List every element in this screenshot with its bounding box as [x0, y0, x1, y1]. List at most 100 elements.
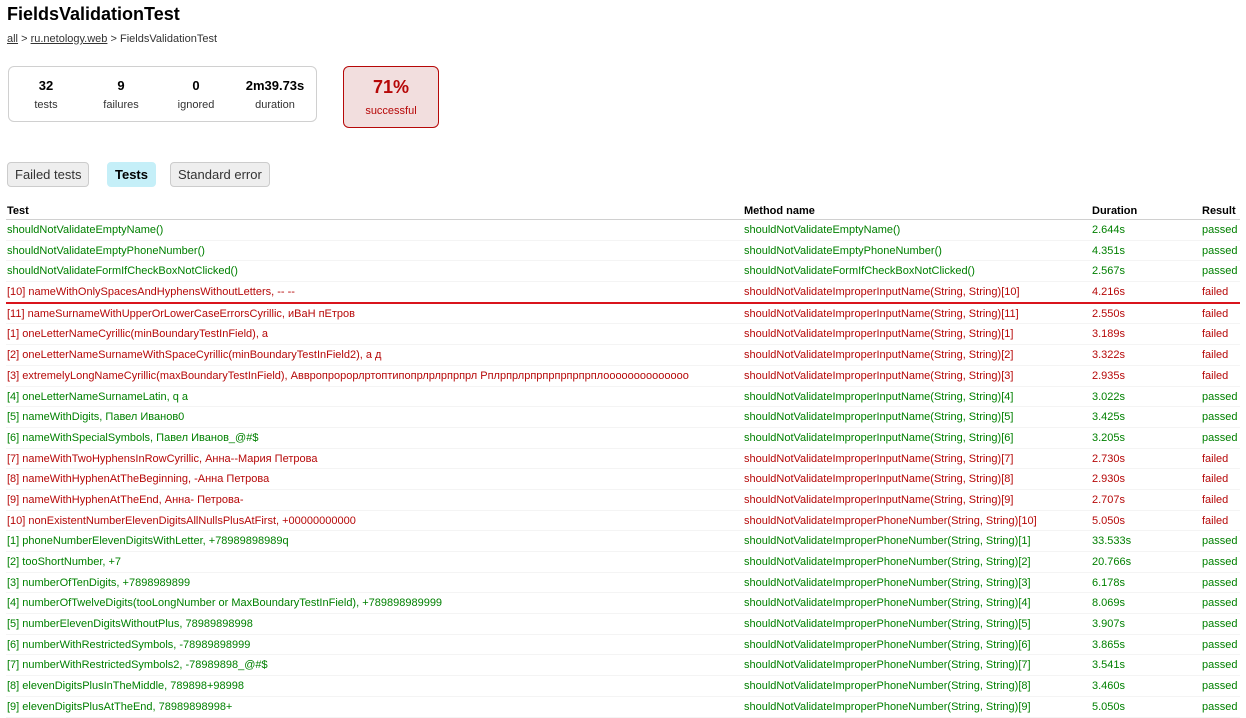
- method-name-cell: shouldNotValidateEmptyPhoneNumber(): [744, 244, 942, 257]
- duration-cell: 8.069s: [1092, 597, 1126, 610]
- result-cell: failed: [1202, 328, 1229, 341]
- breadcrumb-all-link[interactable]: all: [7, 33, 18, 45]
- test-name-cell: [3] numberOfTenDigits, +7898989899: [7, 576, 191, 589]
- table-row: shouldNotValidateFormIfCheckBoxNotClicke…: [6, 261, 1240, 283]
- test-name-cell: [5] nameWithDigits, Павел Иванов0: [7, 411, 185, 424]
- result-cell: passed: [1202, 659, 1238, 672]
- ignored-label: ignored: [177, 99, 215, 111]
- success-rate-box: 71% successful: [343, 66, 439, 128]
- table-header: Test Method name Duration Result: [6, 202, 1240, 220]
- breadcrumb-separator: >: [21, 33, 28, 45]
- method-name-cell: shouldNotValidateImproperPhoneNumber(Str…: [744, 680, 1031, 693]
- result-cell: passed: [1202, 597, 1238, 610]
- test-name-cell: shouldNotValidateFormIfCheckBoxNotClicke…: [7, 265, 238, 278]
- table-row: [5] numberElevenDigitsWithoutPlus, 78989…: [6, 614, 1240, 635]
- header-test: Test: [7, 205, 29, 217]
- duration-cell: 20.766s: [1092, 556, 1132, 568]
- duration-cell: 3.865s: [1092, 638, 1126, 651]
- result-cell: passed: [1202, 390, 1238, 403]
- result-cell: failed: [1202, 452, 1229, 465]
- table-row: [3] numberOfTenDigits, +7898989899 should…: [6, 573, 1240, 594]
- duration-cell: 2.707s: [1092, 493, 1126, 506]
- method-name-cell: shouldNotValidateImproperInputName(Strin…: [744, 473, 1014, 486]
- result-cell: failed: [1202, 514, 1229, 527]
- duration-cell: 3.541s: [1092, 659, 1126, 672]
- breadcrumb: all > ru.netology.web > FieldsValidation…: [7, 33, 217, 45]
- result-cell: failed: [1202, 307, 1229, 320]
- method-name-cell: shouldNotValidateEmptyName(): [744, 224, 901, 236]
- duration-label: duration: [255, 99, 295, 111]
- tests-count: 32: [38, 78, 54, 93]
- tests-label: tests: [34, 99, 58, 111]
- result-cell: passed: [1202, 265, 1238, 278]
- table-row: [1] oneLetterNameCyrillic(minBoundaryTes…: [6, 324, 1240, 346]
- test-name-cell: [10] nonExistentNumberElevenDigitsAllNul…: [7, 514, 356, 527]
- method-name-cell: shouldNotValidateImproperInputName(Strin…: [744, 328, 1014, 341]
- method-name-cell: shouldNotValidateImproperInputName(Strin…: [744, 286, 1020, 299]
- table-row: [9] nameWithHyphenAtTheEnd, Анна- Петров…: [6, 490, 1240, 511]
- method-name-cell: shouldNotValidateImproperInputName(Strin…: [744, 493, 1014, 506]
- table-row: [6] numberWithRestrictedSymbols, -789898…: [6, 635, 1240, 656]
- result-cell: passed: [1202, 700, 1238, 713]
- result-cell: passed: [1202, 618, 1238, 631]
- summary-box: 32 tests 9 failures 0 ignored 2m39.73s d…: [8, 66, 317, 122]
- table-row: [1] phoneNumberElevenDigitsWithLetter, +…: [6, 531, 1240, 552]
- table-row: [8] nameWithHyphenAtTheBeginning, -Анна …: [6, 469, 1240, 490]
- method-name-cell: shouldNotValidateImproperInputName(Strin…: [744, 369, 1014, 382]
- method-name-cell: shouldNotValidateImproperPhoneNumber(Str…: [744, 618, 1031, 631]
- duration-cell: 6.178s: [1092, 576, 1126, 589]
- duration-cell: 5.050s: [1092, 514, 1126, 527]
- result-cell: failed: [1202, 493, 1229, 506]
- result-cell: failed: [1202, 349, 1229, 362]
- test-name-cell: [6] nameWithSpecialSymbols, Павел Иванов…: [7, 431, 259, 444]
- table-row: [3] extremelyLongNameCyrillic(maxBoundar…: [6, 366, 1240, 387]
- method-name-cell: shouldNotValidateFormIfCheckBoxNotClicke…: [744, 265, 975, 278]
- method-name-cell: shouldNotValidateImproperPhoneNumber(Str…: [744, 659, 1031, 672]
- test-name-cell: [9] nameWithHyphenAtTheEnd, Анна- Петров…: [7, 493, 244, 506]
- tab-tests[interactable]: Tests: [107, 162, 156, 187]
- duration-cell: 3.425s: [1092, 411, 1126, 424]
- method-name-cell: shouldNotValidateImproperPhoneNumber(Str…: [744, 700, 1031, 713]
- table-row: [10] nonExistentNumberElevenDigitsAllNul…: [6, 511, 1240, 532]
- table-body: shouldNotValidateEmptyName() shouldNotVal…: [6, 220, 1240, 718]
- success-percent: 71%: [372, 77, 410, 97]
- tab-failed-tests[interactable]: Failed tests: [7, 162, 90, 187]
- result-cell: failed: [1202, 369, 1229, 382]
- header-method-name: Method name: [744, 205, 815, 217]
- table-row: [11] nameSurnameWithUpperOrLowerCaseErro…: [6, 304, 1240, 325]
- result-cell: passed: [1202, 638, 1238, 651]
- method-name-cell: shouldNotValidateImproperInputName(Strin…: [744, 411, 1014, 424]
- results-table: Test Method name Duration Result shouldN…: [6, 202, 1240, 718]
- duration-cell: 4.351s: [1092, 244, 1126, 257]
- test-name-cell: shouldNotValidateEmptyName(): [7, 224, 164, 236]
- result-cell: passed: [1202, 576, 1238, 589]
- test-name-cell: [3] extremelyLongNameCyrillic(maxBoundar…: [7, 369, 689, 382]
- test-name-cell: shouldNotValidateEmptyPhoneNumber(): [7, 244, 205, 257]
- test-name-cell: [7] numberWithRestrictedSymbols2, -78989…: [7, 659, 268, 672]
- test-name-cell: [11] nameSurnameWithUpperOrLowerCaseErro…: [7, 307, 356, 320]
- breadcrumb-separator: >: [110, 33, 117, 45]
- result-cell: passed: [1202, 680, 1238, 693]
- method-name-cell: shouldNotValidateImproperPhoneNumber(Str…: [744, 514, 1037, 527]
- duration-cell: 2.930s: [1092, 473, 1126, 486]
- method-name-cell: shouldNotValidateImproperInputName(Strin…: [744, 390, 1014, 403]
- method-name-cell: shouldNotValidateImproperPhoneNumber(Str…: [744, 597, 1031, 610]
- breadcrumb-package-link[interactable]: ru.netology.web: [31, 33, 108, 45]
- test-name-cell: [8] nameWithHyphenAtTheBeginning, -Анна …: [7, 473, 270, 486]
- test-name-cell: [8] elevenDigitsPlusInTheMiddle, 789898+…: [7, 680, 244, 693]
- method-name-cell: shouldNotValidateImproperInputName(Strin…: [744, 452, 1014, 465]
- result-cell: passed: [1202, 535, 1238, 548]
- breadcrumb-current: FieldsValidationTest: [120, 33, 218, 45]
- header-result: Result: [1202, 205, 1236, 217]
- test-name-cell: [4] numberOfTwelveDigits(tooLongNumber o…: [7, 597, 443, 610]
- tab-standard-error[interactable]: Standard error: [170, 162, 270, 187]
- duration-cell: 33.533s: [1092, 535, 1132, 548]
- method-name-cell: shouldNotValidateImproperInputName(Strin…: [744, 307, 1019, 320]
- result-cell: failed: [1202, 286, 1229, 299]
- result-cell: passed: [1202, 431, 1238, 444]
- duration-cell: 3.907s: [1092, 618, 1126, 631]
- test-name-cell: [1] oneLetterNameCyrillic(minBoundaryTes…: [7, 328, 269, 341]
- duration-cell: 2.730s: [1092, 452, 1126, 465]
- table-row: [2] oneLetterNameSurnameWithSpaceCyrilli…: [6, 345, 1240, 366]
- result-cell: passed: [1202, 224, 1238, 236]
